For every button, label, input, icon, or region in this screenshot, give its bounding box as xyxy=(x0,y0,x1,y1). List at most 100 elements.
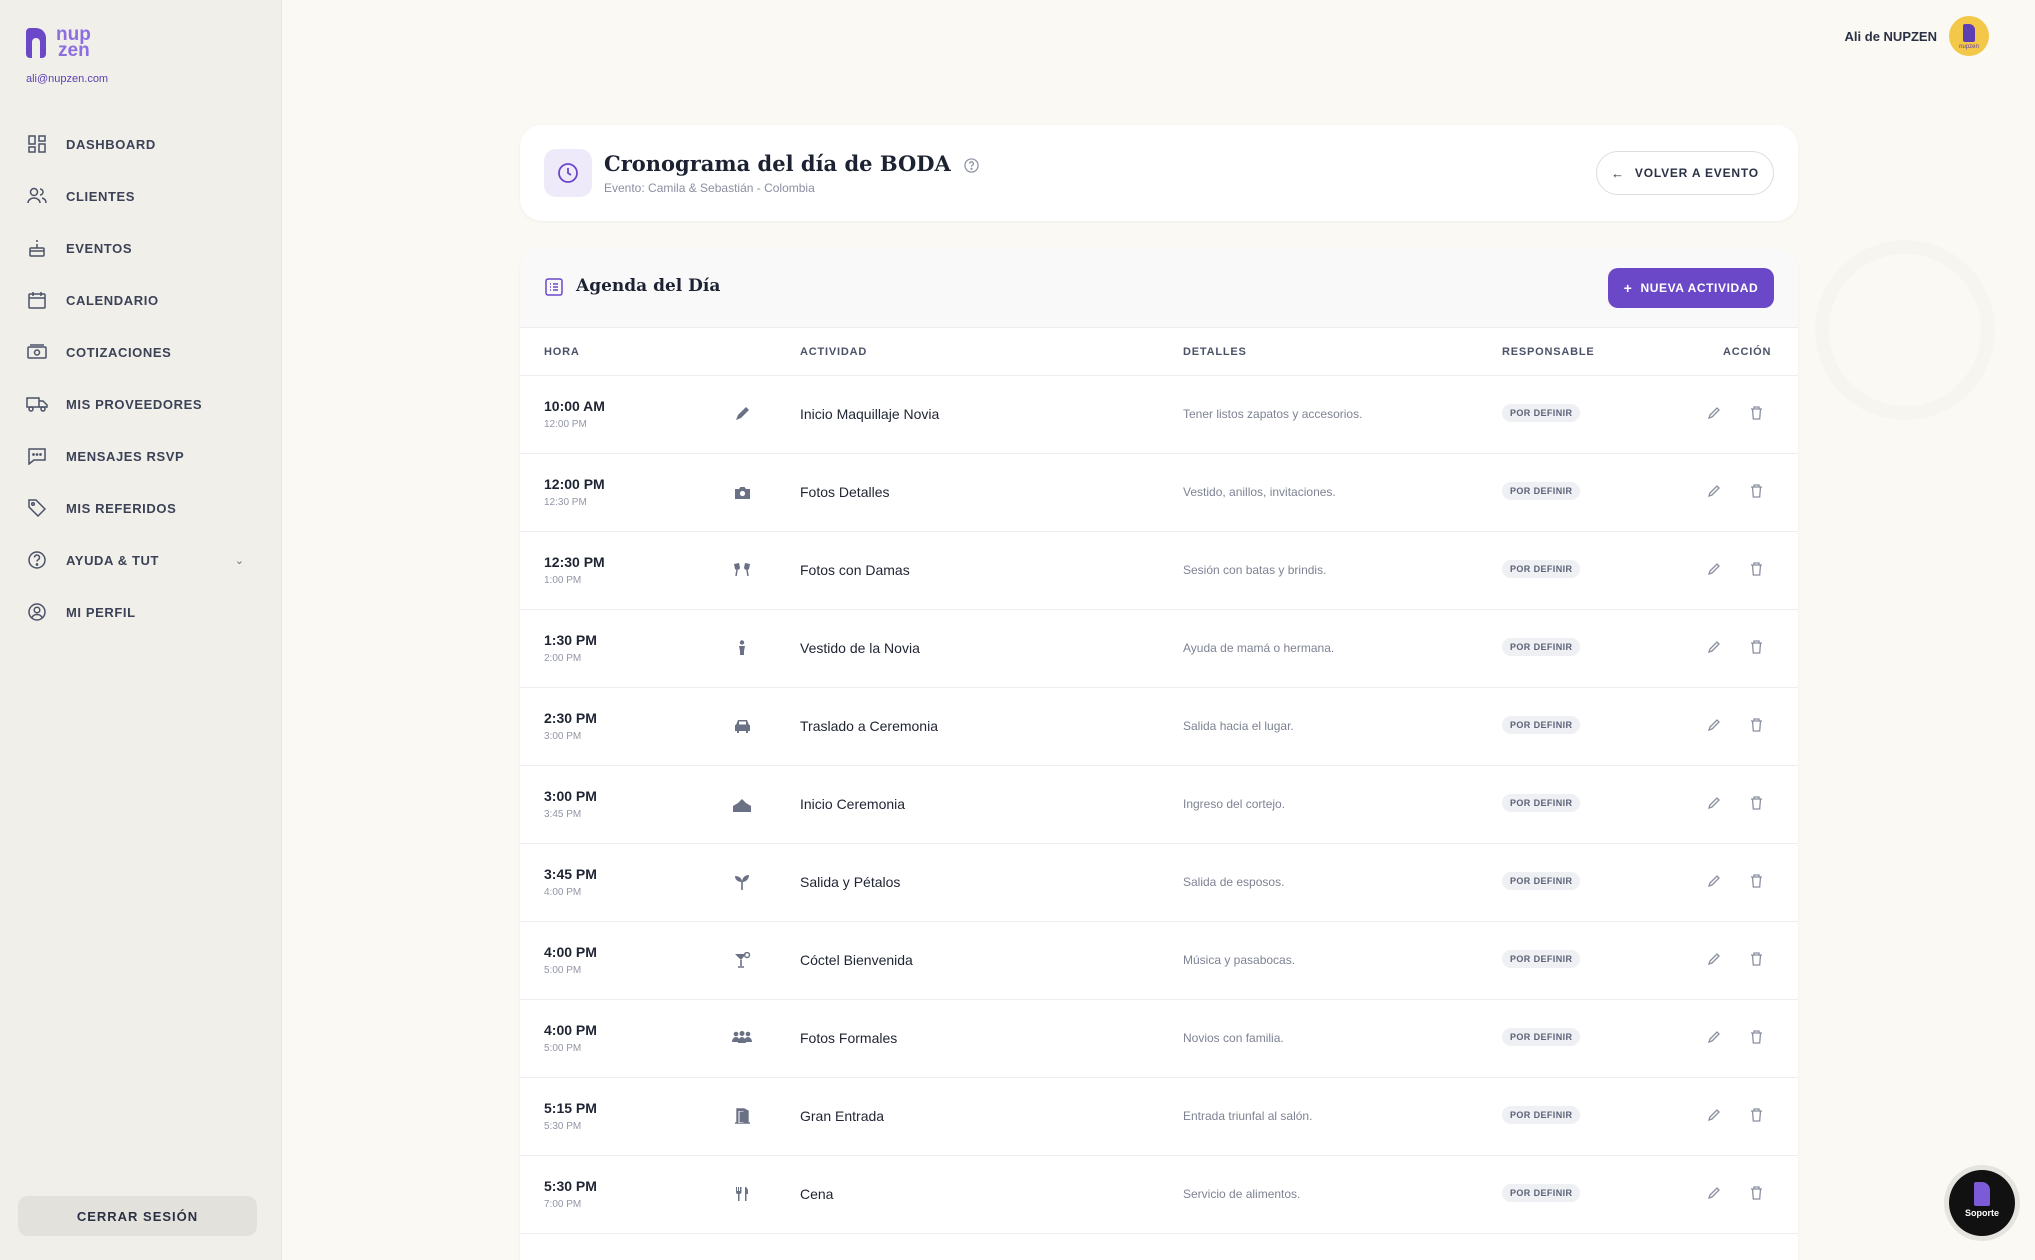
brush-icon xyxy=(732,404,752,424)
table-row[interactable]: 3:45 PM 4:00 PM Salida y Pétalos Salida … xyxy=(520,844,1798,922)
end-time: 3:45 PM xyxy=(544,809,582,820)
status-badge: POR DEFINIR xyxy=(1502,1028,1581,1046)
activity-details: Entrada triunfal al salón. xyxy=(1183,1109,1313,1123)
end-time: 1:00 PM xyxy=(544,575,582,586)
table-row[interactable]: 12:00 PM 12:30 PM Fotos Detalles Vestido… xyxy=(520,454,1798,532)
sidebar-item-proveedores[interactable]: MIS PROVEEDORES xyxy=(26,378,256,430)
trash-icon[interactable] xyxy=(1747,794,1765,812)
start-time: 4:00 PM xyxy=(544,1022,597,1038)
trash-icon[interactable] xyxy=(1747,482,1765,500)
column-hora[interactable]: HORA xyxy=(544,346,580,358)
column-responsable[interactable]: RESPONSABLE xyxy=(1502,346,1595,358)
sidebar-nav: DASHBOARD CLIENTES EVENTOS CALENDARIO CO… xyxy=(26,118,256,638)
edit-icon[interactable] xyxy=(1705,950,1723,968)
support-button[interactable]: Soporte xyxy=(1944,1165,2020,1241)
agenda-title: Agenda del Día xyxy=(576,276,721,296)
activity-details: Sesión con batas y brindis. xyxy=(1183,563,1327,577)
edit-icon[interactable] xyxy=(1705,872,1723,890)
trash-icon[interactable] xyxy=(1747,1028,1765,1046)
back-button-label: VOLVER A EVENTO xyxy=(1634,166,1759,180)
activity-name: Salida y Pétalos xyxy=(800,874,901,890)
sidebar-item-cotizaciones[interactable]: COTIZACIONES xyxy=(26,326,256,378)
page-title: Cronograma del día de BODA xyxy=(604,151,979,178)
sidebar-item-eventos[interactable]: EVENTOS xyxy=(26,222,256,274)
table-row[interactable]: 4:00 PM 5:00 PM Fotos Formales Novios co… xyxy=(520,1000,1798,1078)
trash-icon[interactable] xyxy=(1747,716,1765,734)
sidebar-item-clientes[interactable]: CLIENTES xyxy=(26,170,256,222)
user-menu[interactable]: Ali de NUPZEN nupzen xyxy=(1845,16,1989,56)
table-row[interactable]: 2:30 PM 3:00 PM Traslado a Ceremonia Sal… xyxy=(520,688,1798,766)
tag-icon xyxy=(26,497,48,519)
edit-icon[interactable] xyxy=(1705,1028,1723,1046)
sidebar-item-dashboard[interactable]: DASHBOARD xyxy=(26,118,256,170)
sidebar-item-mi-perfil[interactable]: MI PERFIL xyxy=(26,586,256,638)
trash-icon[interactable] xyxy=(1747,1184,1765,1202)
edit-icon[interactable] xyxy=(1705,1106,1723,1124)
back-to-event-button[interactable]: ← VOLVER A EVENTO xyxy=(1596,151,1774,195)
cake-icon xyxy=(26,237,48,259)
activity-name: Fotos Formales xyxy=(800,1030,898,1046)
edit-icon[interactable] xyxy=(1705,638,1723,656)
status-badge: POR DEFINIR xyxy=(1502,638,1581,656)
group-icon xyxy=(732,1028,752,1048)
trash-icon[interactable] xyxy=(1747,638,1765,656)
trash-icon[interactable] xyxy=(1747,1106,1765,1124)
activity-name: Gran Entrada xyxy=(800,1108,885,1124)
help-circle-icon[interactable] xyxy=(964,153,979,178)
chevron-down-icon[interactable]: ⌄ xyxy=(235,554,244,567)
column-detalles[interactable]: DETALLES xyxy=(1183,346,1247,358)
trash-icon[interactable] xyxy=(1747,560,1765,578)
logo-mark-icon xyxy=(26,28,46,58)
table-row[interactable]: 5:30 PM 7:00 PM Cena Servicio de aliment… xyxy=(520,1156,1798,1234)
edit-icon[interactable] xyxy=(1705,1184,1723,1202)
table-row[interactable]: 4:00 PM 5:00 PM Cóctel Bienvenida Música… xyxy=(520,922,1798,1000)
edit-icon[interactable] xyxy=(1705,482,1723,500)
sidebar-item-ayuda[interactable]: AYUDA & TUT ⌄ xyxy=(26,534,256,586)
start-time: 4:00 PM xyxy=(544,944,597,960)
trash-icon[interactable] xyxy=(1747,950,1765,968)
profile-icon xyxy=(26,601,48,623)
sidebar-item-calendario[interactable]: CALENDARIO xyxy=(26,274,256,326)
user-email: ali@nupzen.com xyxy=(26,73,109,85)
column-actividad[interactable]: ACTIVIDAD xyxy=(800,346,867,358)
cheers-icon xyxy=(732,560,752,580)
end-time: 3:00 PM xyxy=(544,731,582,742)
trash-icon[interactable] xyxy=(1747,404,1765,422)
sidebar-item-label: CLIENTES xyxy=(66,188,136,204)
table-header: HORA ACTIVIDAD DETALLES RESPONSABLE ACCI… xyxy=(520,328,1798,376)
camera-icon xyxy=(732,482,752,502)
edit-icon[interactable] xyxy=(1705,560,1723,578)
start-time: 10:00 AM xyxy=(544,398,605,414)
logout-button[interactable]: CERRAR SESIÓN xyxy=(18,1196,257,1236)
avatar[interactable]: nupzen xyxy=(1949,16,1989,56)
activity-name: Fotos con Damas xyxy=(800,562,910,578)
nupzen-logo[interactable]: nup zen xyxy=(26,24,96,61)
sidebar-item-mensajes-rsvp[interactable]: MENSAJES RSVP xyxy=(26,430,256,482)
table-row[interactable]: 1:30 PM 2:00 PM Vestido de la Novia Ayud… xyxy=(520,610,1798,688)
end-time: 5:00 PM xyxy=(544,965,582,976)
table-row[interactable]: 3:00 PM 3:45 PM Inicio Ceremonia Ingreso… xyxy=(520,766,1798,844)
table-row[interactable]: 12:30 PM 1:00 PM Fotos con Damas Sesión … xyxy=(520,532,1798,610)
edit-icon[interactable] xyxy=(1705,794,1723,812)
activity-details: Música y pasabocas. xyxy=(1183,953,1296,967)
end-time: 4:00 PM xyxy=(544,887,582,898)
sidebar-item-label: MENSAJES RSVP xyxy=(66,448,185,464)
sidebar-item-label: COTIZACIONES xyxy=(66,344,172,360)
support-logo-icon xyxy=(1974,1182,1990,1206)
sidebar-item-referidos[interactable]: MIS REFERIDOS xyxy=(26,482,256,534)
new-activity-button[interactable]: + NUEVA ACTIVIDAD xyxy=(1608,268,1774,308)
help-icon xyxy=(26,549,48,571)
edit-icon[interactable] xyxy=(1705,716,1723,734)
status-badge: POR DEFINIR xyxy=(1502,794,1581,812)
new-activity-label: NUEVA ACTIVIDAD xyxy=(1640,281,1759,295)
message-icon xyxy=(26,445,48,467)
trash-icon[interactable] xyxy=(1747,872,1765,890)
start-time: 3:00 PM xyxy=(544,788,597,804)
sidebar-item-label: MI PERFIL xyxy=(66,604,136,620)
table-row[interactable]: 5:15 PM 5:30 PM Gran Entrada Entrada tri… xyxy=(520,1078,1798,1156)
sidebar-item-label: CALENDARIO xyxy=(66,292,159,308)
status-badge: POR DEFINIR xyxy=(1502,872,1581,890)
edit-icon[interactable] xyxy=(1705,404,1723,422)
end-time: 7:00 PM xyxy=(544,1199,582,1210)
table-row[interactable]: 10:00 AM 12:00 PM Inicio Maquillaje Novi… xyxy=(520,376,1798,454)
